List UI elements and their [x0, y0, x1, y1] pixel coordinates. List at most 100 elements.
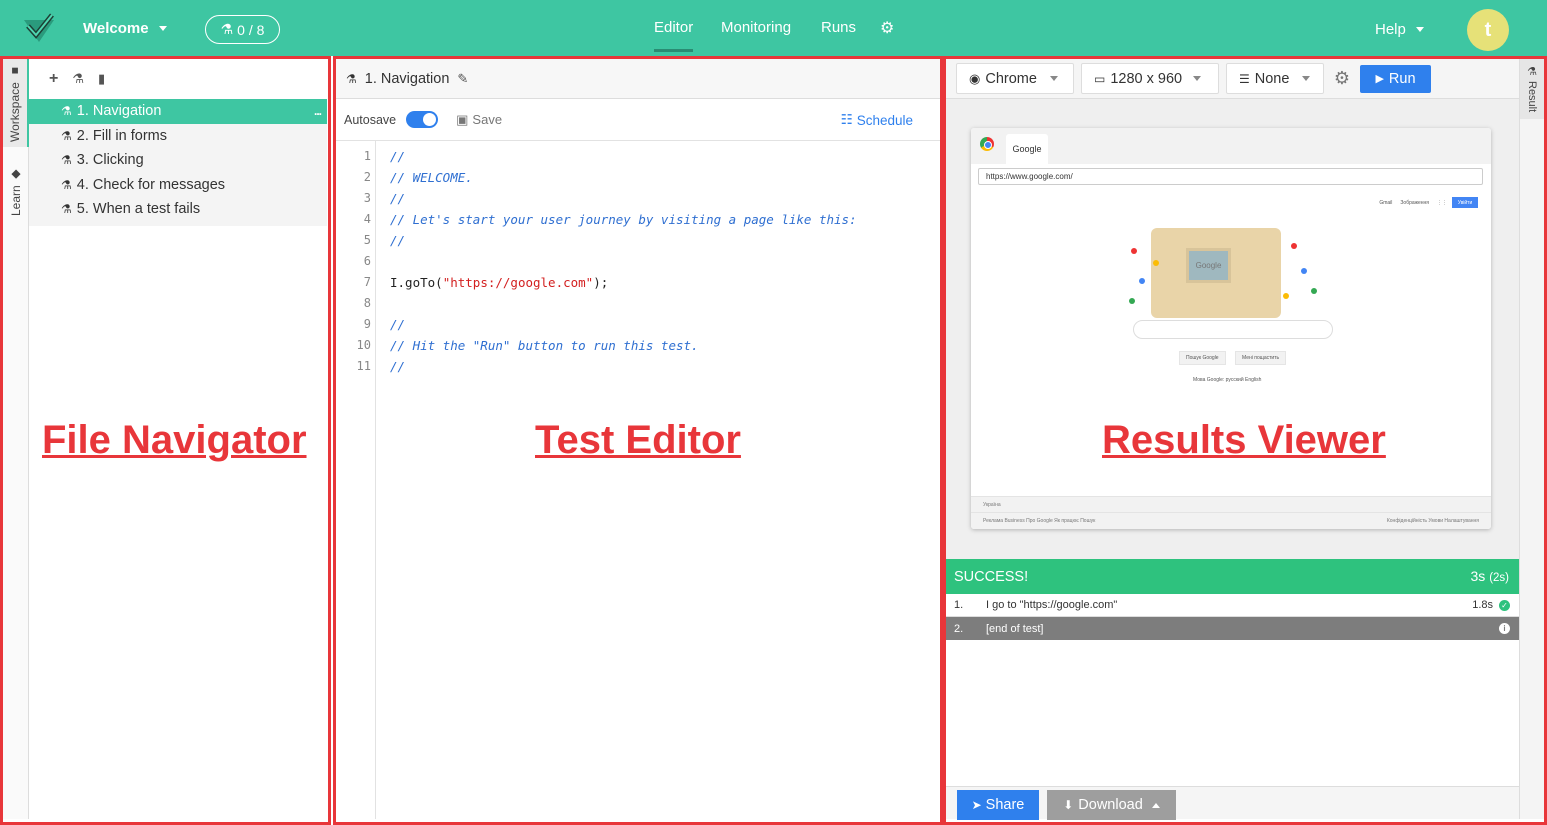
test-counter-badge[interactable]: ⚗ 0 / 8: [205, 15, 280, 44]
graduation-icon: ◆: [9, 167, 23, 182]
run-button[interactable]: ▶ Run: [1360, 64, 1431, 93]
total-time: 3s: [1470, 568, 1486, 584]
share-button[interactable]: ➤ Share: [957, 790, 1039, 820]
code-area[interactable]: 1 2 3 4 5 6 7 8 9 10 11 // // WELCOME. // // Let's st…: [336, 141, 940, 819]
code-line: //: [390, 230, 857, 251]
download-icon: ⬇: [1063, 798, 1074, 812]
google-doodle-image: Google: [1151, 228, 1281, 318]
flask-icon: ⚗: [1525, 65, 1538, 79]
info-icon[interactable]: i: [1499, 623, 1510, 634]
chrome-icon: ◉: [969, 70, 981, 86]
check-circle-icon: ✓: [1499, 600, 1510, 611]
google-search-box: [1133, 320, 1333, 339]
settings-gear-icon[interactable]: ⚙: [1331, 68, 1353, 89]
line-number-gutter: 1 2 3 4 5 6 7 8 9 10 11: [336, 141, 376, 819]
result-tab-label: Result: [1526, 81, 1538, 113]
file-list-item[interactable]: ⚗ 5. When a test fails: [29, 197, 327, 222]
line-number: 5: [363, 233, 371, 247]
browser-screenshot: Google https://www.google.com/ Gmail Зоб…: [971, 128, 1491, 529]
chevron-up-icon: [1151, 802, 1160, 808]
line-number: 8: [363, 296, 371, 310]
pencil-icon[interactable]: ✎: [457, 71, 468, 87]
status-text: SUCCESS!: [954, 568, 1029, 585]
project-dropdown[interactable]: Welcome: [83, 20, 167, 37]
tab-result[interactable]: ⚗ Result: [1520, 59, 1544, 119]
learn-label: Learn: [9, 185, 23, 217]
line-number: 7: [363, 275, 371, 289]
step-number: 1.: [954, 599, 964, 611]
chevron-down-icon: [1193, 76, 1202, 81]
settings-gear-icon[interactable]: ⚙: [880, 18, 894, 38]
tab-learn[interactable]: Learn ◆: [3, 163, 29, 221]
editor-filename: 1. Navigation: [364, 70, 450, 87]
share-icon: ➤: [971, 798, 982, 812]
resolution-dropdown[interactable]: ▭ 1280 x 960: [1081, 63, 1219, 94]
save-button[interactable]: ▣ Save: [456, 112, 502, 128]
network-dropdown[interactable]: ☰ None: [1226, 63, 1324, 94]
autosave-toggle[interactable]: [406, 111, 439, 128]
code-line: //: [390, 314, 857, 335]
code-line: //: [390, 188, 857, 209]
folder-icon[interactable]: ▮: [98, 71, 105, 87]
tab-workspace[interactable]: Workspace ■: [3, 59, 29, 147]
autosave-label: Autosave: [344, 112, 397, 127]
file-list-item[interactable]: ⚗ 4. Check for messages: [29, 173, 327, 198]
results-footer: ➤ Share ⬇ Download: [946, 786, 1519, 820]
editor-toolbar: Autosave ▣ Save ☷ Schedule: [336, 99, 940, 141]
download-button[interactable]: ⬇ Download: [1047, 790, 1176, 820]
browser-url-bar: https://www.google.com/: [978, 168, 1483, 185]
browser-chrome: Google: [971, 128, 1491, 164]
browser-dropdown[interactable]: ◉ Chrome: [956, 63, 1074, 94]
confetti-dot: [1131, 248, 1137, 254]
new-test-flask-icon[interactable]: ⚗: [72, 71, 84, 87]
side-tabs: Workspace ■ Learn ◆: [3, 59, 29, 819]
line-number: 2: [363, 170, 371, 184]
file-list-item[interactable]: ⚗ 2. Fill in forms: [29, 124, 327, 149]
monitor-icon: ▭: [1094, 71, 1106, 86]
app-logo-icon[interactable]: [22, 12, 56, 46]
step-row[interactable]: 2. [end of test] i: [946, 617, 1519, 640]
nav-monitoring[interactable]: Monitoring: [721, 19, 791, 36]
code-line: // Let's start your user journey by visi…: [390, 209, 857, 230]
flask-icon: ⚗: [61, 177, 72, 192]
chrome-logo-icon: [980, 137, 994, 151]
nav-runs[interactable]: Runs: [821, 19, 856, 36]
chevron-down-icon: [1415, 27, 1424, 32]
code-token: //: [390, 359, 406, 374]
step-row[interactable]: 1. I go to "https://google.com" 1.8s ✓: [946, 594, 1519, 617]
code-lines[interactable]: // // WELCOME. // // Let's start your user …: [376, 141, 857, 819]
save-label: Save: [472, 112, 503, 127]
images-link: Зображення: [1400, 200, 1429, 206]
google-lucky-button: Мені пощастить: [1235, 351, 1287, 365]
code-line: I.goTo("https://google.com");: [390, 272, 857, 293]
user-avatar[interactable]: t: [1467, 9, 1509, 51]
line-number: 9: [363, 317, 371, 331]
file-list-item[interactable]: ⚗ 3. Clicking: [29, 148, 327, 173]
google-footer-country: Україна: [971, 496, 1491, 512]
add-icon[interactable]: +: [49, 70, 58, 88]
network-label: None: [1254, 70, 1290, 87]
confetti-dot: [1129, 298, 1135, 304]
google-footer-left: Реклама Business Про Google Як працює По…: [983, 518, 1096, 524]
google-footer-right: Конфіденційність Умови Налаштування: [1386, 518, 1479, 524]
google-top-links: Gmail Зображення ⋮⋮: [1379, 200, 1447, 206]
help-dropdown[interactable]: Help: [1375, 21, 1424, 38]
schedule-button[interactable]: ☷ Schedule: [841, 112, 913, 128]
chevron-down-icon: [1302, 76, 1311, 81]
nav-editor[interactable]: Editor: [654, 19, 694, 52]
confetti-dot: [1139, 278, 1145, 284]
screenshot-viewer: ‹ Google https://www.google.com/ Gmail З…: [946, 99, 1519, 559]
code-token: //: [390, 191, 406, 206]
test-editor-label: Test Editor: [535, 418, 741, 462]
file-list-item[interactable]: ⚗ 1. Navigation...: [29, 99, 327, 124]
code-token: //: [390, 233, 406, 248]
share-label: Share: [985, 797, 1025, 813]
line-number: 4: [363, 212, 371, 226]
google-footer-links: Реклама Business Про Google Як працює По…: [971, 512, 1491, 529]
status-duration: 3s (2s): [1471, 568, 1510, 584]
step-number: 2.: [954, 622, 964, 635]
more-options-icon[interactable]: ...: [314, 104, 322, 118]
box-icon: ■: [8, 64, 22, 79]
